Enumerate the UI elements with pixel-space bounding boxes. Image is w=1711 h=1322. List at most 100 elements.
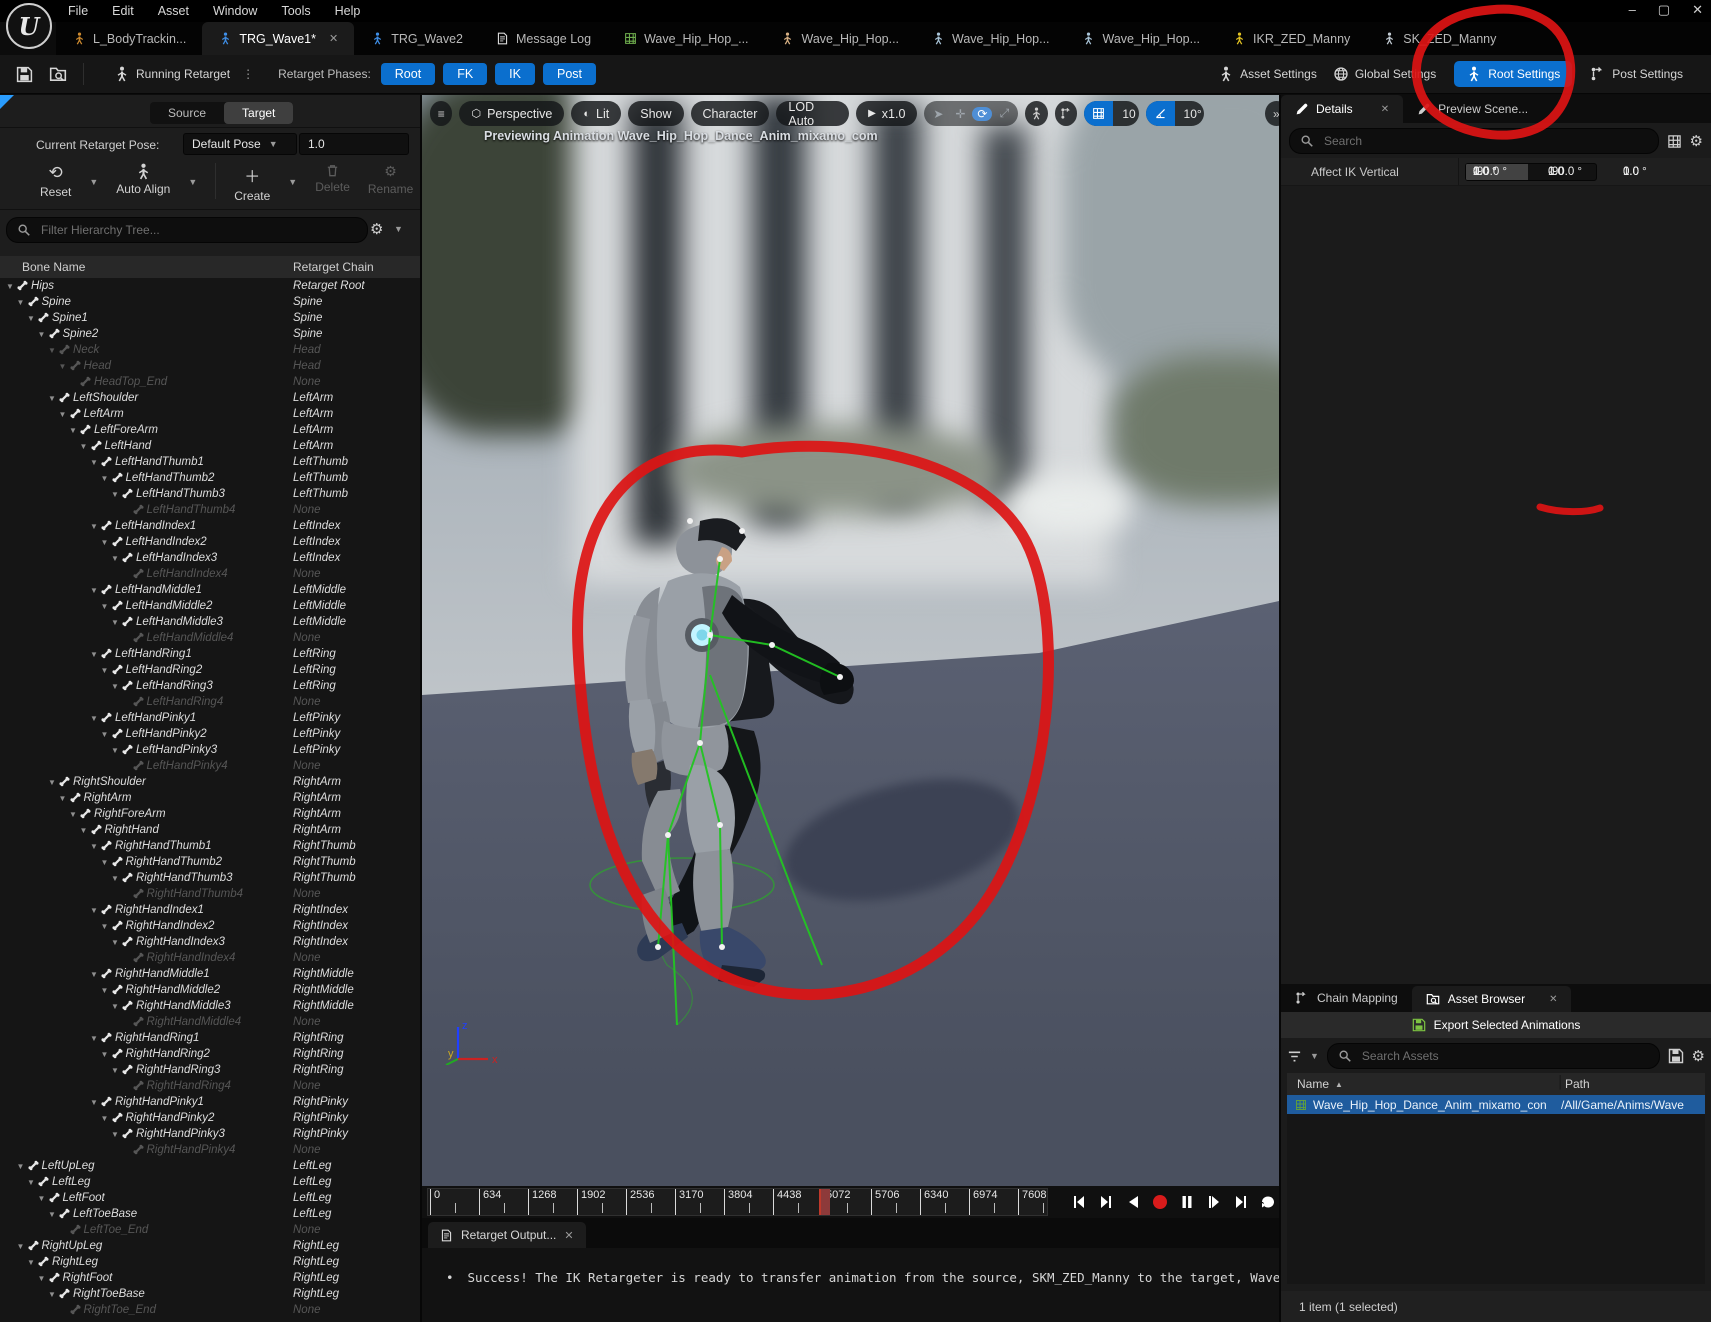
asset-tab[interactable]: IKR_ZED_Manny ✕: [1216, 22, 1366, 55]
retarget-chain-value[interactable]: LeftRing: [293, 664, 336, 676]
retarget-chain-value[interactable]: RightRing: [293, 1048, 344, 1060]
expander-icon[interactable]: ▼: [17, 298, 27, 307]
angle-snap-control[interactable]: 10°: [1146, 101, 1205, 126]
bone-tree-row[interactable]: ▼ LeftLeg LeftLeg: [0, 1174, 420, 1190]
preview-scene-tab[interactable]: Preview Scene...: [1403, 95, 1542, 123]
expander-icon[interactable]: ▼: [27, 1178, 37, 1187]
go-to-start-icon[interactable]: [1068, 1191, 1090, 1213]
root-settings-button[interactable]: Root Settings: [1454, 61, 1572, 87]
expander-icon[interactable]: ▼: [90, 586, 100, 595]
bone-tree-row[interactable]: ▼ LeftHandMiddle1 LeftMiddle: [0, 582, 420, 598]
retarget-chain-value[interactable]: RightIndex: [293, 904, 348, 916]
retarget-chain-value[interactable]: RightMiddle: [293, 984, 354, 996]
loop-icon[interactable]: [1257, 1191, 1279, 1213]
bone-tree-row[interactable]: ▼ Neck Head: [0, 342, 420, 358]
bone-tree-row[interactable]: ▼ RightHandThumb3 RightThumb: [0, 870, 420, 886]
menu-edit[interactable]: Edit: [100, 2, 146, 20]
asset-filter-chevron[interactable]: ▼: [1310, 1051, 1319, 1061]
bone-tree-row[interactable]: RightHandThumb4 None: [0, 886, 420, 902]
playback-speed-button[interactable]: ▶ x1.0: [856, 101, 917, 126]
bone-tree-row[interactable]: ▼ Head Head: [0, 358, 420, 374]
expand-toolbar-icon[interactable]: »: [1265, 101, 1279, 126]
bone-tree-row[interactable]: ▼ LeftHandThumb3 LeftThumb: [0, 486, 420, 502]
expander-icon[interactable]: ▼: [101, 1114, 111, 1123]
menu-asset[interactable]: Asset: [146, 2, 201, 20]
expander-icon[interactable]: ▼: [90, 650, 100, 659]
expander-icon[interactable]: ▼: [90, 1098, 100, 1107]
bone-tree-row[interactable]: ▼ RightLeg RightLeg: [0, 1254, 420, 1270]
bone-tree-row[interactable]: ▼ RightHand RightArm: [0, 822, 420, 838]
expander-icon[interactable]: ▼: [111, 554, 121, 563]
bone-tree-row[interactable]: ▼ LeftHandIndex2 LeftIndex: [0, 534, 420, 550]
bone-tree-row[interactable]: LeftHandIndex4 None: [0, 566, 420, 582]
bone-tree-row[interactable]: LeftHandRing4 None: [0, 694, 420, 710]
retarget-chain-value[interactable]: None: [293, 1144, 321, 1156]
bone-tree-row[interactable]: ▼ RightHandThumb2 RightThumb: [0, 854, 420, 870]
expander-icon[interactable]: ▼: [59, 362, 69, 371]
retarget-chain-value[interactable]: LeftMiddle: [293, 600, 346, 612]
asset-tab[interactable]: Wave_Hip_Hop... ✕: [765, 22, 916, 55]
asset-settings-button[interactable]: Asset Settings: [1210, 62, 1325, 86]
asset-browser-tab[interactable]: Asset Browser ✕: [1412, 986, 1572, 1012]
running-retarget-button[interactable]: Running Retarget ⋮: [106, 62, 262, 86]
expander-icon[interactable]: ▼: [90, 970, 100, 979]
retarget-chain-value[interactable]: RightPinky: [293, 1128, 348, 1140]
hierarchy-filter[interactable]: [6, 217, 368, 243]
retarget-chain-value[interactable]: None: [293, 568, 321, 580]
tab-close-icon[interactable]: ✕: [329, 32, 338, 45]
retarget-chain-column-header[interactable]: Retarget Chain: [293, 260, 374, 274]
bone-tree-row[interactable]: ▼ LeftHandIndex1 LeftIndex: [0, 518, 420, 534]
retarget-chain-value[interactable]: LeftPinky: [293, 712, 340, 724]
auto-align-options-chevron[interactable]: ▼: [188, 177, 197, 187]
chain-mapping-tab[interactable]: Chain Mapping: [1281, 984, 1412, 1012]
bone-tree-row[interactable]: LeftHandPinky4 None: [0, 758, 420, 774]
expander-icon[interactable]: ▼: [80, 442, 90, 451]
pause-icon[interactable]: [1176, 1191, 1198, 1213]
retarget-chain-value[interactable]: LeftIndex: [293, 552, 340, 564]
phase-button[interactable]: IK: [495, 63, 535, 85]
retarget-chain-value[interactable]: None: [293, 696, 321, 708]
bone-tree-row[interactable]: LeftToe_End None: [0, 1222, 420, 1238]
bone-tree-row[interactable]: ▼ Spine2 Spine: [0, 326, 420, 342]
details-tab-close-icon[interactable]: ✕: [1381, 104, 1389, 115]
bone-tree-row[interactable]: RightHandPinky4 None: [0, 1142, 420, 1158]
display-filter-icon[interactable]: [1667, 134, 1682, 149]
perspective-button[interactable]: ⬡ Perspective: [459, 101, 564, 126]
bone-tree-row[interactable]: ▼ RightHandThumb1 RightThumb: [0, 838, 420, 854]
retarget-chain-value[interactable]: LeftMiddle: [293, 616, 346, 628]
expander-icon[interactable]: ▼: [90, 714, 100, 723]
expander-icon[interactable]: ▼: [48, 1210, 58, 1219]
maximize-button[interactable]: ▢: [1658, 2, 1670, 18]
minimize-button[interactable]: –: [1629, 2, 1636, 18]
bone-tree-row[interactable]: ▼ LeftHandPinky1 LeftPinky: [0, 710, 420, 726]
expander-icon[interactable]: ▼: [111, 1066, 121, 1075]
bone-tree-row[interactable]: RightToe_End None: [0, 1302, 420, 1318]
bone-tree-row[interactable]: ▼ RightHandIndex2 RightIndex: [0, 918, 420, 934]
expander-icon[interactable]: ▼: [48, 778, 58, 787]
bone-tree-row[interactable]: ▼ LeftHandRing1 LeftRing: [0, 646, 420, 662]
bone-tree-row[interactable]: ▼ RightForeArm RightArm: [0, 806, 420, 822]
details-search-input[interactable]: [1322, 133, 1648, 149]
expander-icon[interactable]: ▼: [48, 1290, 58, 1299]
retarget-chain-value[interactable]: RightThumb: [293, 856, 356, 868]
bone-tree-row[interactable]: ▼ LeftShoulder LeftArm: [0, 390, 420, 406]
select-tool-icon[interactable]: ➤: [928, 107, 948, 121]
retarget-chain-value[interactable]: LeftThumb: [293, 488, 348, 500]
retarget-chain-value[interactable]: LeftArm: [293, 408, 333, 420]
timeline-track[interactable]: 0634126819022536317038044438507257066340…: [427, 1188, 1048, 1216]
bone-tree-row[interactable]: ▼ RightHandRing2 RightRing: [0, 1046, 420, 1062]
reset-options-chevron[interactable]: ▼: [89, 177, 98, 187]
expander-icon[interactable]: ▼: [90, 458, 100, 467]
expander-icon[interactable]: ▼: [111, 938, 121, 947]
retarget-chain-value[interactable]: RightArm: [293, 824, 341, 836]
retarget-chain-value[interactable]: RightArm: [293, 792, 341, 804]
expander-icon[interactable]: ▼: [111, 490, 121, 499]
menu-help[interactable]: Help: [323, 2, 373, 20]
retarget-chain-value[interactable]: Spine: [293, 312, 322, 324]
expander-icon[interactable]: ▼: [111, 874, 121, 883]
retarget-chain-value[interactable]: LeftLeg: [293, 1176, 331, 1188]
expander-icon[interactable]: ▼: [38, 1274, 48, 1283]
expander-icon[interactable]: ▼: [111, 682, 121, 691]
bone-tree-row[interactable]: ▼ RightHandPinky3 RightPinky: [0, 1126, 420, 1142]
bone-tree-row[interactable]: ▼ Hips Retarget Root: [0, 278, 420, 294]
